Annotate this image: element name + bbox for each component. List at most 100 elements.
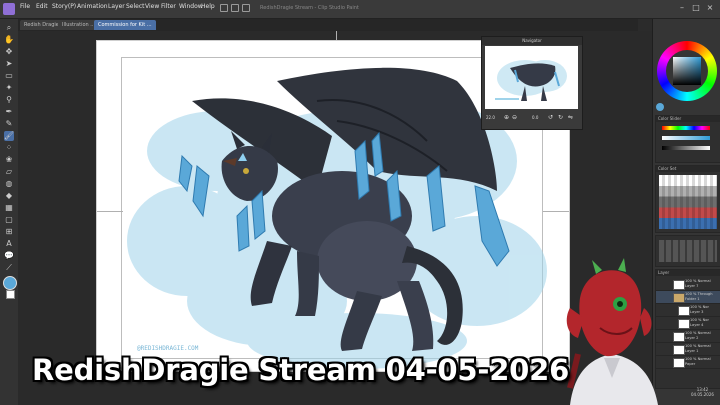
balloon-tool-icon[interactable]: 💬 <box>4 251 14 261</box>
artwork-watermark: @REDISHDRAGIE.COM <box>137 345 199 352</box>
hue-slider[interactable] <box>662 126 710 130</box>
tab-commission[interactable]: Commission for Kit ... <box>94 20 156 30</box>
layer-blend-mode: Nor <box>702 318 709 322</box>
menu-filter[interactable]: Filter <box>161 3 176 10</box>
minimize-icon[interactable]: – <box>676 2 688 14</box>
flip-icon[interactable]: ⇋ <box>568 112 573 124</box>
streamer-avatar-overlay <box>566 258 658 405</box>
layer-row[interactable]: 100 % Normal Layer 1 <box>656 343 720 356</box>
color-wheel[interactable] <box>657 41 717 101</box>
fill-tool-icon[interactable]: ◆ <box>4 191 14 201</box>
operation-tool-icon[interactable]: ➤ <box>4 59 14 69</box>
layer-opacity: 100 % <box>685 331 697 335</box>
menu-view[interactable]: View <box>145 3 159 10</box>
layer-blend-mode: Normal <box>697 279 711 283</box>
layer-name: Paper <box>685 361 696 366</box>
layer-thumbnail <box>673 332 685 342</box>
layer-opacity: 100 % <box>690 305 702 309</box>
menu-edit[interactable]: Edit <box>36 3 48 10</box>
pencil-tool-icon[interactable]: ✎ <box>4 119 14 129</box>
main-color-swatch[interactable] <box>3 276 17 290</box>
value-slider[interactable] <box>662 146 710 150</box>
rotate-right-icon[interactable]: ↻ <box>558 112 563 124</box>
zoom-in-icon[interactable]: ⊕ <box>504 112 509 124</box>
figure-tool-icon[interactable]: ▢ <box>4 215 14 225</box>
rotate-left-icon[interactable]: ↺ <box>548 112 553 124</box>
zoom-tool-icon[interactable]: ⌕ <box>4 23 14 33</box>
layer-row[interactable]: 100 % Nor Layer 4 <box>656 317 720 330</box>
open-file-icon[interactable] <box>231 4 239 12</box>
hand-tool-icon[interactable]: ✋ <box>4 35 14 45</box>
layer-name: Layer 1 <box>685 348 699 353</box>
saturation-square[interactable] <box>673 57 701 85</box>
airbrush-tool-icon[interactable]: ⁘ <box>4 143 14 153</box>
layer-row[interactable]: 100 % Through Folder 1 <box>656 291 720 304</box>
layer-blend-mode: Normal <box>697 331 711 335</box>
layer-name: Folder 1 <box>685 296 700 301</box>
menu-animation[interactable]: Animation <box>77 3 108 10</box>
close-icon[interactable]: × <box>704 2 716 14</box>
saturation-slider[interactable] <box>662 136 710 140</box>
gradient-tool-icon[interactable]: ▦ <box>4 203 14 213</box>
pen-tool-icon[interactable]: ✒ <box>4 107 14 117</box>
tab-illustration[interactable]: Illustration ... <box>58 20 100 30</box>
layer-opacity: 100 % <box>690 318 702 322</box>
clock-date: 04.05.2026 <box>691 392 714 397</box>
color-set-panel: Color Set <box>655 165 720 233</box>
navigator-title: Navigator <box>482 37 582 45</box>
navigator-rotation-value[interactable]: 0.0 <box>532 112 538 124</box>
layer-thumbnail <box>673 358 685 368</box>
layer-row[interactable]: 100 % Normal Paper <box>656 356 720 369</box>
layer-name: Layer 2 <box>685 335 699 340</box>
layer-panel-title: Layer <box>656 270 720 276</box>
layer-row[interactable]: 100 % Nor Layer 3 <box>656 304 720 317</box>
text-tool-icon[interactable]: A <box>4 239 14 249</box>
layer-blend-mode: Normal <box>697 357 711 361</box>
eyedropper-tool-icon[interactable]: ⚲ <box>4 95 14 105</box>
material-thumbnails[interactable] <box>659 240 717 262</box>
layer-thumbnail <box>673 345 685 355</box>
sub-color-swatch[interactable] <box>6 290 15 299</box>
menu-story[interactable]: Story(P) <box>52 3 76 10</box>
layer-row[interactable]: 100 % Normal Layer 2 <box>656 330 720 343</box>
color-swatch-grid[interactable] <box>659 175 717 229</box>
new-file-icon[interactable] <box>220 4 228 12</box>
document-tab-bar: Redish Dragie... Illustration ... Commis… <box>18 19 638 31</box>
brush-tool-icon[interactable]: 🖌 <box>4 131 14 141</box>
menu-file[interactable]: File <box>20 3 30 10</box>
selection-tool-icon[interactable]: ▭ <box>4 71 14 81</box>
navigator-panel: Navigator 22.0 ⊕ ⊖ 0.0 ↺ ↻ ⇋ <box>481 36 583 130</box>
sub-tool-panel <box>655 235 720 267</box>
layer-opacity: 100 % <box>685 292 697 296</box>
menu-select[interactable]: Select <box>126 3 145 10</box>
decoration-tool-icon[interactable]: ❀ <box>4 155 14 165</box>
zoom-out-icon[interactable]: ⊖ <box>512 112 517 124</box>
navigator-zoom-value[interactable]: 22.0 <box>486 112 495 124</box>
auto-select-tool-icon[interactable]: ✦ <box>4 83 14 93</box>
color-slider-panel: Color Slider <box>655 115 720 163</box>
system-clock: 13:42 04.05.2026 <box>691 387 714 397</box>
app-logo-icon[interactable] <box>3 3 15 15</box>
window-title: RedishDragie Stream - Clip Studio Paint <box>260 5 359 11</box>
layer-thumbnail <box>678 306 690 316</box>
save-icon[interactable] <box>242 4 250 12</box>
maximize-icon[interactable]: □ <box>690 2 702 14</box>
layer-name: Layer 7 <box>685 283 699 288</box>
folder-icon <box>673 293 685 303</box>
eraser-tool-icon[interactable]: ▱ <box>4 167 14 177</box>
menu-window[interactable]: Window <box>179 3 203 10</box>
navigator-preview[interactable] <box>485 46 578 109</box>
layer-name: Layer 3 <box>690 309 704 314</box>
layer-row[interactable]: 100 % Normal Layer 7 <box>656 278 720 291</box>
menu-bar: File Edit Story(P) Animation Layer Selec… <box>0 0 720 19</box>
move-tool-icon[interactable]: ✥ <box>4 47 14 57</box>
layer-blend-mode: Nor <box>702 305 709 309</box>
layer-panel: Layer 100 % Normal Layer 7 100 % Through F… <box>655 269 720 389</box>
frame-tool-icon[interactable]: ⊞ <box>4 227 14 237</box>
current-color-swatch[interactable] <box>656 103 664 111</box>
layer-thumbnail <box>673 280 685 290</box>
blend-tool-icon[interactable]: ◍ <box>4 179 14 189</box>
menu-layer[interactable]: Layer <box>108 3 125 10</box>
correct-line-tool-icon[interactable]: ⟋ <box>4 263 14 273</box>
menu-help[interactable]: Help <box>201 3 215 10</box>
